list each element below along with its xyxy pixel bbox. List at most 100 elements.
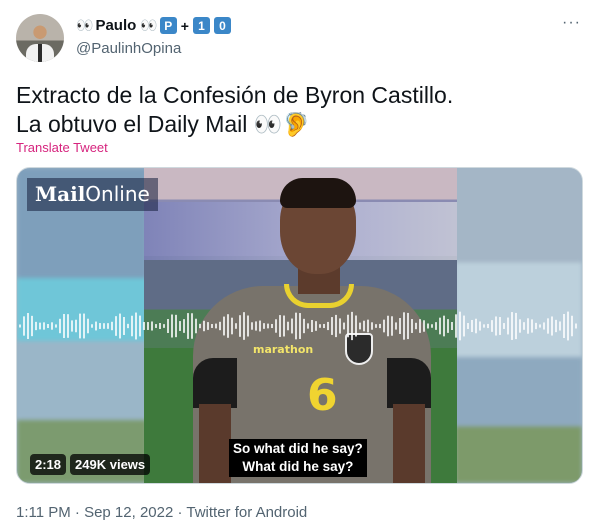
waveform-bar (143, 322, 145, 330)
waveform-bar (35, 321, 37, 331)
waveform-bar (435, 322, 437, 330)
waveform-bar (523, 322, 525, 330)
waveform-bar (387, 315, 389, 337)
tweet-text: Extracto de la Confesión de Byron Castil… (16, 81, 453, 139)
waveform-bar (91, 324, 93, 328)
player-arm-left (199, 404, 231, 483)
waveform-bar (19, 324, 21, 328)
waveform-bar (555, 319, 557, 333)
waveform-bar (127, 323, 129, 329)
waveform-bar (415, 322, 417, 330)
waveform-bar (191, 313, 193, 339)
waveform-bar (383, 319, 385, 333)
waveform-bar (315, 321, 317, 331)
waveform-bar (51, 322, 53, 330)
eyes-emoji-icon: 👀 (140, 17, 157, 33)
waveform-bar (423, 320, 425, 332)
waveform-bar (431, 324, 433, 328)
jersey-sleeve-left (193, 358, 237, 408)
waveform-bar (391, 316, 393, 336)
waveform-bar (339, 318, 341, 334)
waveform-bar (171, 314, 173, 338)
logo-online: Online (85, 182, 150, 206)
waveform-bar (227, 314, 229, 338)
waveform-bar (443, 315, 445, 337)
waveform-bar (347, 314, 349, 338)
waveform-bar (167, 318, 169, 334)
waveform-bar (119, 313, 121, 339)
waveform-bar (519, 319, 521, 333)
subtitle-line-2: What did he say? (242, 459, 354, 474)
waveform-bar (183, 319, 185, 333)
waveform-bar (231, 317, 233, 335)
video-subtitle: So what did he say? What did he say? (229, 439, 367, 477)
waveform-bar (107, 323, 109, 329)
waveform-bar (495, 316, 497, 336)
waveform-bar (567, 311, 569, 341)
waveform-bar (395, 322, 397, 330)
waveform-bar (75, 319, 77, 333)
waveform-bar (87, 318, 89, 334)
waveform-bar (559, 321, 561, 331)
waveform-bar (471, 319, 473, 333)
player-hair (280, 178, 356, 208)
waveform-bar (27, 313, 29, 339)
tweet-timestamp[interactable]: 1:11 PM · Sep 12, 2022 · Twitter for And… (16, 504, 307, 521)
waveform-bar (547, 318, 549, 334)
display-name-row[interactable]: 👀 Paulo 👀 P + 1 0 (76, 17, 231, 34)
waveform-bar (563, 314, 565, 338)
waveform-bar (427, 323, 429, 329)
jersey-sponsor: marathon (253, 343, 314, 356)
player-arm-right (393, 404, 425, 483)
waveform-bar (39, 322, 41, 330)
waveform-bar (219, 321, 221, 331)
waveform-bar (487, 323, 489, 329)
waveform-bar (207, 322, 209, 330)
waveform-bar (259, 320, 261, 332)
waveform-bar (199, 323, 201, 329)
waveform-bar (139, 315, 141, 337)
waveform-bar (31, 315, 33, 337)
waveform-bar (483, 324, 485, 328)
waveform-bar (499, 317, 501, 335)
waveform-bar (291, 318, 293, 334)
waveform-bar (223, 316, 225, 336)
waveform-bar (439, 317, 441, 335)
waveform-bar (235, 323, 237, 329)
more-options-icon[interactable]: ··· (562, 14, 581, 32)
waveform-bar (287, 321, 289, 331)
waveform-bar (203, 320, 205, 332)
waveform-bar (507, 317, 509, 335)
waveform-bar (63, 313, 65, 339)
mailonline-logo: MailOnline (27, 178, 158, 211)
waveform-bar (403, 312, 405, 340)
waveform-bar (307, 323, 309, 329)
avatar-tie (38, 44, 42, 62)
audio-waveform-icon (19, 311, 577, 341)
video-player[interactable]: marathon 6 MailOnline So what did he say… (16, 167, 583, 484)
waveform-bar (71, 320, 73, 332)
waveform-bar (535, 322, 537, 330)
tweet-text-line-1: Extracto de la Confesión de Byron Castil… (16, 82, 454, 108)
display-name[interactable]: Paulo (95, 17, 136, 34)
avatar[interactable] (16, 14, 64, 62)
waveform-bar (95, 321, 97, 331)
waveform-bar (543, 322, 545, 330)
plus-sign: + (180, 17, 189, 34)
translate-tweet-link[interactable]: Translate Tweet (16, 140, 108, 155)
waveform-bar (67, 314, 69, 338)
waveform-bar (479, 321, 481, 331)
waveform-bar (123, 316, 125, 336)
tweet-text-line-2: La obtuvo el Daily Mail 👀🦻 (16, 111, 312, 137)
waveform-bar (455, 314, 457, 338)
tweet-card: 👀 Paulo 👀 P + 1 0 @PaulinhOpina ··· Extr… (0, 0, 590, 532)
waveform-bar (311, 319, 313, 333)
waveform-bar (59, 318, 61, 334)
video-stats: 2:18 249K views (30, 454, 151, 475)
waveform-bar (343, 322, 345, 330)
waveform-bar (407, 312, 409, 340)
waveform-bar (375, 324, 377, 328)
waveform-bar (55, 324, 57, 328)
waveform-bar (459, 311, 461, 341)
user-handle[interactable]: @PaulinhOpina (76, 40, 181, 57)
